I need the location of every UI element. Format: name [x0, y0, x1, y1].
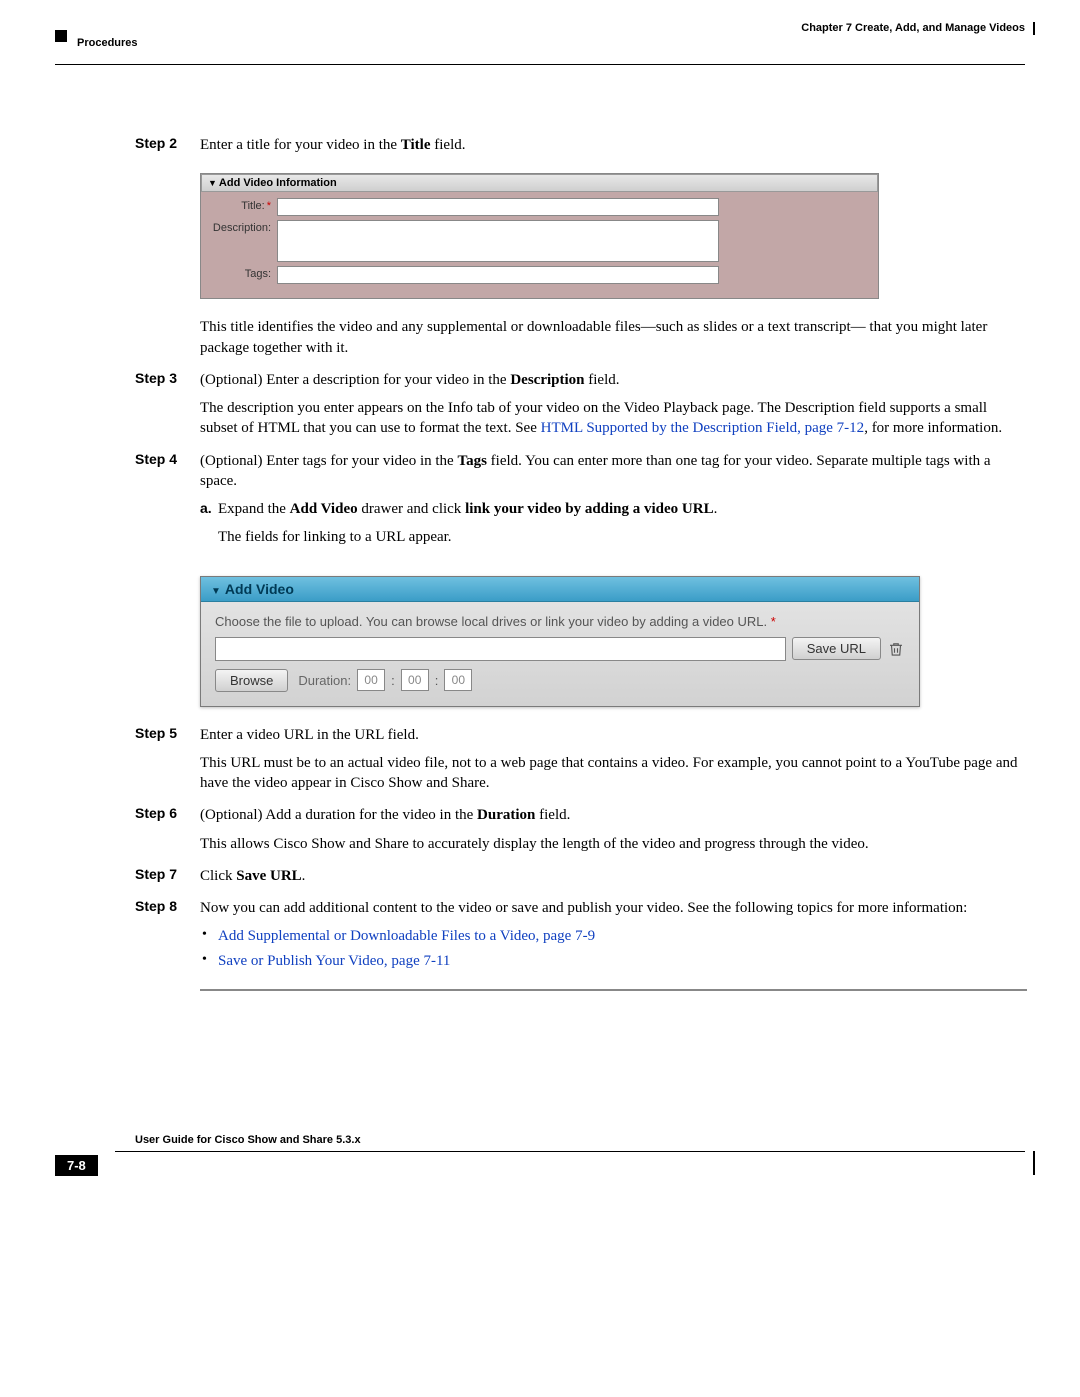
- step-label: Step 6: [55, 805, 200, 862]
- step-2-continued: This title identifies the video and any …: [55, 317, 1025, 366]
- duration-minutes[interactable]: 00: [401, 669, 429, 691]
- title-label: Title:*: [209, 198, 277, 212]
- text: This allows Cisco Show and Share to accu…: [200, 834, 1025, 854]
- url-input[interactable]: [215, 637, 786, 661]
- required-asterisk: *: [771, 614, 776, 629]
- step-label: Step 2: [55, 135, 200, 163]
- chapter-title: Chapter 7 Create, Add, and Manage Videos: [801, 22, 1025, 34]
- substep-label: a.: [200, 499, 218, 556]
- step-4: Step 4 (Optional) Enter tags for your vi…: [55, 451, 1025, 564]
- description-label: Description:: [209, 220, 277, 234]
- bullet-list: Add Supplemental or Downloadable Files t…: [200, 926, 1025, 971]
- field-name: Title: [401, 137, 431, 153]
- page-footer: User Guide for Cisco Show and Share 5.3.…: [55, 1151, 1025, 1201]
- step-label: Step 7: [55, 866, 200, 894]
- duration-seconds[interactable]: 00: [444, 669, 472, 691]
- text: .: [714, 501, 718, 517]
- step-body: Enter a title for your video in the Titl…: [200, 135, 1025, 163]
- page-header: Chapter 7 Create, Add, and Manage Videos…: [55, 30, 1025, 65]
- drawer-header[interactable]: ▼ Add Video: [201, 577, 919, 602]
- ui-name: Save URL: [236, 868, 301, 884]
- guide-title: User Guide for Cisco Show and Share 5.3.…: [135, 1134, 361, 1146]
- text: Now you can add additional content to th…: [200, 898, 1025, 918]
- text: This title identifies the video and any …: [200, 317, 1025, 358]
- text: Click: [200, 868, 236, 884]
- tags-input[interactable]: [277, 266, 719, 284]
- panel-title: Add Video Information: [219, 177, 337, 189]
- step-label: Step 8: [55, 898, 200, 975]
- drawer-title: Add Video: [225, 581, 294, 597]
- text: field.: [535, 807, 570, 823]
- ui-name: link your video by adding a video URL: [465, 501, 714, 517]
- step-7: Step 7 Click Save URL.: [55, 866, 1025, 894]
- page-content: Step 2 Enter a title for your video in t…: [55, 135, 1025, 991]
- step-label: Step 5: [55, 725, 200, 802]
- text: , for more information.: [864, 420, 1002, 436]
- text: field.: [585, 372, 620, 388]
- instruction-text: Choose the file to upload. You can brows…: [215, 614, 767, 629]
- text: The fields for linking to a URL appear.: [218, 527, 1025, 547]
- page-number: 7-8: [55, 1155, 98, 1176]
- text: (Optional) Enter a description for your …: [200, 372, 510, 388]
- ui-name: Add Video: [290, 501, 358, 517]
- description-input[interactable]: [277, 220, 719, 262]
- text: .: [302, 868, 306, 884]
- duration-hours[interactable]: 00: [357, 669, 385, 691]
- text: This URL must be to an actual video file…: [200, 753, 1025, 794]
- text: Enter a video URL in the URL field.: [200, 725, 1025, 745]
- step-5: Step 5 Enter a video URL in the URL fiel…: [55, 725, 1025, 802]
- step-2: Step 2 Enter a title for your video in t…: [55, 135, 1025, 163]
- chevron-down-icon: ▼: [208, 178, 217, 188]
- trash-icon[interactable]: [887, 640, 905, 658]
- required-asterisk: *: [267, 200, 271, 212]
- form-area: Title:* Description: Tags:: [201, 192, 878, 298]
- save-url-button[interactable]: Save URL: [792, 637, 881, 660]
- text: Expand the: [218, 501, 290, 517]
- title-input[interactable]: [277, 198, 719, 216]
- figure-add-video-drawer: ▼ Add Video Choose the file to upload. Yo…: [200, 576, 920, 707]
- chevron-down-icon: ▼: [211, 586, 221, 597]
- link-add-supplemental[interactable]: Add Supplemental or Downloadable Files t…: [218, 928, 595, 944]
- link-save-publish[interactable]: Save or Publish Your Video, page 7-11: [218, 953, 450, 969]
- step-label: Step 3: [55, 370, 200, 447]
- figure-add-video-information: ▼Add Video Information Title:* Descripti…: [200, 173, 879, 299]
- section-title: Procedures: [77, 37, 138, 49]
- step-8: Step 8 Now you can add additional conten…: [55, 898, 1025, 975]
- text: (Optional) Add a duration for the video …: [200, 807, 477, 823]
- duration-label: Duration:: [298, 673, 351, 688]
- step-label: Step 4: [55, 451, 200, 564]
- colon: :: [435, 673, 439, 688]
- substep-a: a. Expand the Add Video drawer and click…: [200, 499, 1025, 556]
- header-vbar: [1033, 22, 1035, 35]
- step-3: Step 3 (Optional) Enter a description fo…: [55, 370, 1025, 447]
- browse-button[interactable]: Browse: [215, 669, 288, 692]
- colon: :: [391, 673, 395, 688]
- field-name: Duration: [477, 807, 535, 823]
- text: (Optional) Enter tags for your video in …: [200, 453, 457, 469]
- footer-rule: [115, 1151, 1025, 1152]
- panel-header[interactable]: ▼Add Video Information: [201, 174, 878, 192]
- corner-decoration: [55, 30, 67, 42]
- field-name: Description: [510, 372, 584, 388]
- text: drawer and click: [358, 501, 465, 517]
- step-6: Step 6 (Optional) Add a duration for the…: [55, 805, 1025, 862]
- text: Enter a title for your video in the: [200, 137, 401, 153]
- tags-label: Tags:: [209, 266, 277, 280]
- end-rule: [200, 989, 1027, 991]
- footer-vbar: [1033, 1151, 1035, 1175]
- text: field.: [431, 137, 466, 153]
- field-name: Tags: [457, 453, 486, 469]
- link-html-supported[interactable]: HTML Supported by the Description Field,…: [541, 420, 865, 436]
